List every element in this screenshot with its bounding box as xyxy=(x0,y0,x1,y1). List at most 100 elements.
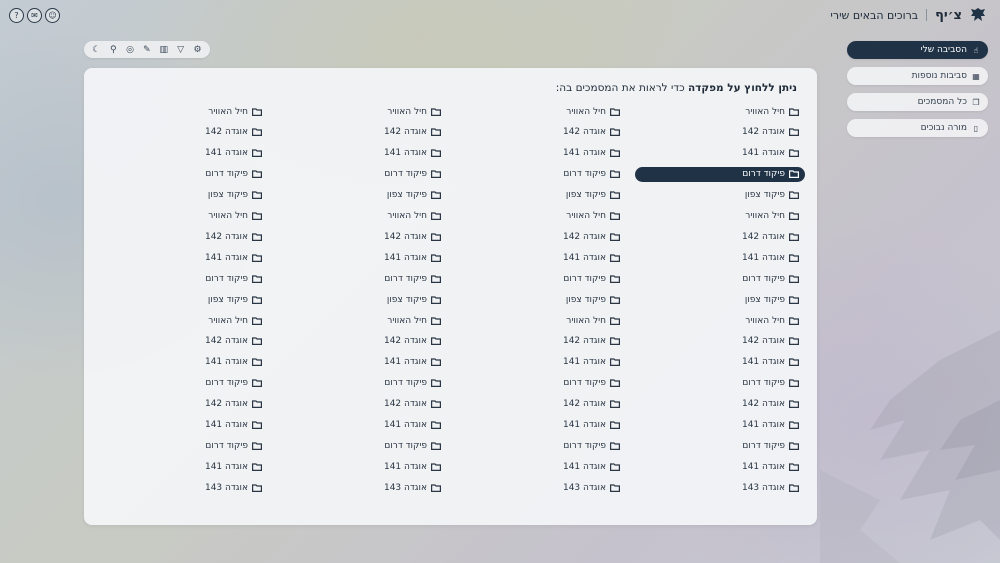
folder-label: אוגדה 141 xyxy=(741,252,785,263)
folder-item[interactable]: אוגדה 142 xyxy=(277,229,447,244)
folder-item[interactable]: פיקוד דרום xyxy=(98,167,268,182)
folder-item[interactable]: אוגדה 141 xyxy=(277,418,447,433)
folder-item[interactable]: חיל האוויר xyxy=(456,313,626,328)
folder-item[interactable]: חיל האוויר xyxy=(456,104,626,119)
folder-item[interactable]: חיל האוויר xyxy=(277,104,447,119)
folder-item[interactable]: חיל האוויר xyxy=(277,209,447,224)
folder-item[interactable]: פיקוד דרום xyxy=(277,271,447,286)
folder-icon xyxy=(431,463,441,471)
folder-item[interactable]: פיקוד צפון xyxy=(277,292,447,307)
folder-item[interactable]: אוגדה 141 xyxy=(277,250,447,265)
folder-item[interactable]: פיקוד צפון xyxy=(456,188,626,203)
columns-icon[interactable]: ▥ xyxy=(158,45,169,55)
folder-item[interactable]: פיקוד דרום xyxy=(98,271,268,286)
folder-item[interactable]: אוגדה 143 xyxy=(635,480,805,495)
folder-item[interactable]: אוגדה 142 xyxy=(456,334,626,349)
folder-item[interactable]: פיקוד דרום xyxy=(277,167,447,182)
folder-item[interactable]: פיקוד צפון xyxy=(456,292,626,307)
folder-item[interactable]: פיקוד צפון xyxy=(635,188,805,203)
folder-item[interactable]: אוגדה 143 xyxy=(277,480,447,495)
edit-icon[interactable]: ✎ xyxy=(141,45,152,55)
folder-item[interactable]: אוגדה 141 xyxy=(277,355,447,370)
settings-icon[interactable]: ⚙ xyxy=(192,45,203,55)
folder-item[interactable]: פיקוד דרום xyxy=(456,376,626,391)
folder-item[interactable]: פיקוד צפון xyxy=(635,292,805,307)
folder-item[interactable]: אוגדה 142 xyxy=(635,397,805,412)
folder-item[interactable]: אוגדה 141 xyxy=(277,146,447,161)
folder-item[interactable]: חיל האוויר xyxy=(98,209,268,224)
folder-label: חיל האוויר xyxy=(208,315,248,326)
folder-item[interactable]: אוגדה 141 xyxy=(456,355,626,370)
filter-icon[interactable]: ▽ xyxy=(175,45,186,55)
folder-item[interactable]: אוגדה 142 xyxy=(456,229,626,244)
folder-icon xyxy=(252,212,262,220)
search-icon[interactable]: ⚲ xyxy=(108,45,119,55)
folder-item[interactable]: פיקוד דרום xyxy=(98,376,268,391)
help-icon[interactable]: ? xyxy=(9,8,24,23)
moon-icon[interactable]: ☾ xyxy=(91,45,102,55)
folder-item[interactable]: פיקוד דרום xyxy=(456,271,626,286)
folder-item[interactable]: פיקוד דרום xyxy=(456,438,626,453)
folder-item[interactable]: אוגדה 141 xyxy=(456,250,626,265)
folder-item[interactable]: פיקוד דרום xyxy=(98,438,268,453)
folder-item[interactable]: אוגדה 141 xyxy=(456,146,626,161)
folder-item[interactable]: אוגדה 142 xyxy=(98,229,268,244)
folder-item[interactable]: חיל האוויר xyxy=(277,313,447,328)
folder-label: אוגדה 141 xyxy=(204,148,248,159)
folder-item[interactable]: אוגדה 142 xyxy=(98,397,268,412)
folder-item[interactable]: פיקוד צפון xyxy=(98,188,268,203)
sidebar-item-all-documents[interactable]: ❐ כל המסמכים xyxy=(847,93,988,111)
folder-item[interactable]: אוגדה 141 xyxy=(635,355,805,370)
folder-icon xyxy=(789,316,799,325)
folder-item[interactable]: פיקוד צפון xyxy=(277,188,447,203)
folder-item[interactable]: חיל האוויר xyxy=(456,209,626,224)
folder-item[interactable]: אוגדה 141 xyxy=(98,418,268,433)
folder-item[interactable]: אוגדה 142 xyxy=(635,334,805,349)
folder-item[interactable]: פיקוד דרום xyxy=(635,271,805,286)
folder-item[interactable]: חיל האוויר xyxy=(635,313,805,328)
sidebar-item-guide[interactable]: ▯ מורה נבוכים xyxy=(847,119,988,137)
sidebar-item-my-environment[interactable]: ☝ הסביבה שלי xyxy=(847,41,988,59)
folder-item[interactable]: אוגדה 141 xyxy=(456,459,626,474)
folder-item[interactable]: פיקוד דרום xyxy=(277,376,447,391)
sidebar-item-more-environments[interactable]: ▦ סביבות נוספות xyxy=(847,67,988,85)
chat-icon[interactable]: ✉ xyxy=(27,8,42,23)
support-icon[interactable]: ☺ xyxy=(45,8,60,23)
user-icon[interactable]: ◎ xyxy=(125,45,136,55)
folder-item[interactable]: אוגדה 141 xyxy=(635,146,805,161)
folder-item[interactable]: פיקוד צפון xyxy=(98,292,268,307)
folder-item[interactable]: אוגדה 142 xyxy=(277,334,447,349)
folder-item[interactable]: אוגדה 142 xyxy=(98,125,268,140)
folder-item[interactable]: אוגדה 142 xyxy=(456,397,626,412)
folder-item[interactable]: אוגדה 141 xyxy=(456,418,626,433)
folder-item[interactable]: חיל האוויר xyxy=(98,313,268,328)
folder-item[interactable]: אוגדה 142 xyxy=(98,334,268,349)
folder-item[interactable]: אוגדה 141 xyxy=(635,459,805,474)
folder-item[interactable]: אוגדה 141 xyxy=(98,355,268,370)
folder-item[interactable]: אוגדה 142 xyxy=(277,125,447,140)
folder-item[interactable]: אוגדה 141 xyxy=(98,146,268,161)
folder-item[interactable]: אוגדה 142 xyxy=(277,397,447,412)
folder-item[interactable]: פיקוד דרום xyxy=(635,438,805,453)
folder-item[interactable]: חיל האוויר xyxy=(98,104,268,119)
folder-item[interactable]: אוגדה 142 xyxy=(635,229,805,244)
folder-item[interactable]: אוגדה 143 xyxy=(456,480,626,495)
folder-item[interactable]: חיל האוויר xyxy=(635,209,805,224)
folder-item[interactable]: אוגדה 143 xyxy=(98,480,268,495)
folder-item[interactable]: פיקוד דרום xyxy=(277,438,447,453)
folder-item[interactable]: חיל האוויר xyxy=(635,104,805,119)
folder-item[interactable]: פיקוד דרום xyxy=(456,167,626,182)
folder-label: פיקוד דרום xyxy=(205,169,248,180)
folder-item[interactable]: פיקוד דרום xyxy=(635,376,805,391)
folder-label: אוגדה 141 xyxy=(741,420,785,430)
folder-item[interactable]: אוגדה 141 xyxy=(98,459,268,474)
folder-item[interactable]: אוגדה 142 xyxy=(635,125,805,140)
folder-item[interactable]: אוגדה 141 xyxy=(635,250,805,265)
folder-item[interactable]: אוגדה 141 xyxy=(277,459,447,474)
folder-item[interactable]: פיקוד דרום xyxy=(635,166,805,182)
folder-item[interactable]: אוגדה 141 xyxy=(635,418,805,433)
folder-item[interactable]: אוגדה 141 xyxy=(98,250,268,265)
folder-icon xyxy=(610,316,620,325)
folder-item[interactable]: אוגדה 142 xyxy=(456,125,626,140)
folder-icon xyxy=(610,421,620,429)
